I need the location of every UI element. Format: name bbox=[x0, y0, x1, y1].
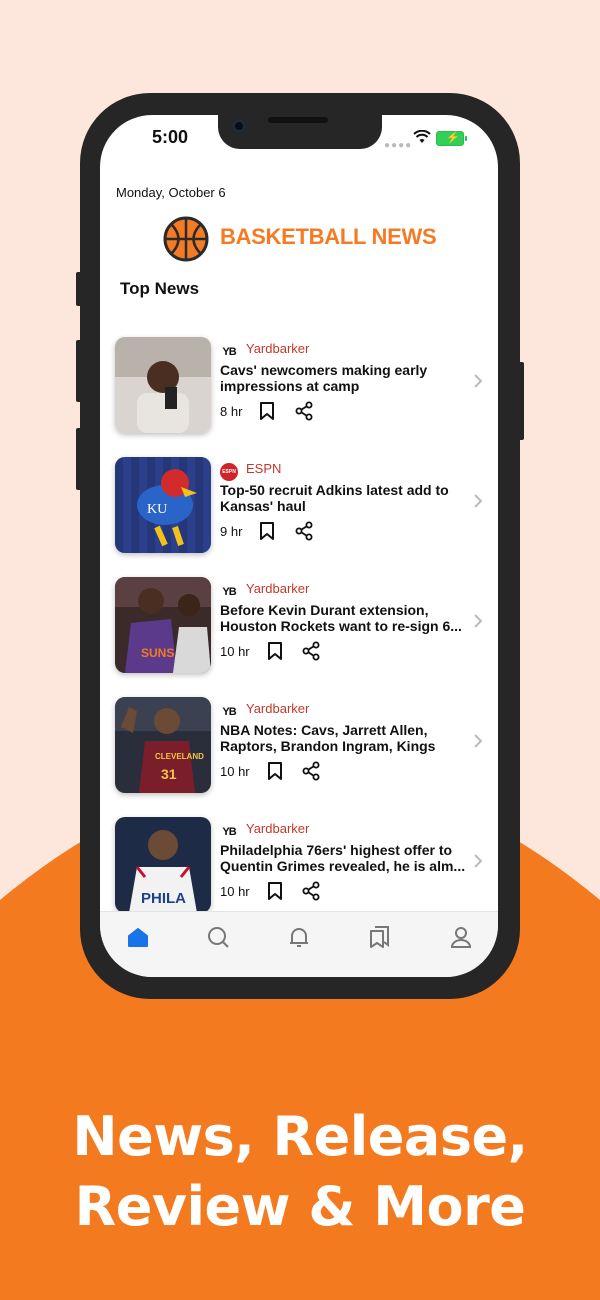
article-age: 10 hr bbox=[220, 764, 250, 779]
speaker bbox=[268, 117, 328, 123]
bell-icon[interactable] bbox=[286, 924, 312, 950]
chevron-right-icon[interactable] bbox=[472, 853, 484, 869]
article-thumbnail: SUNS bbox=[115, 577, 211, 673]
notch bbox=[218, 115, 382, 149]
phone-side-button bbox=[76, 272, 82, 306]
basketball-icon bbox=[163, 216, 209, 262]
share-icon[interactable] bbox=[294, 521, 314, 541]
bookmark-icon[interactable] bbox=[266, 881, 284, 901]
headline[interactable]: Philadelphia 76ers' highest offer to Que… bbox=[220, 842, 468, 874]
svg-text:SUNS: SUNS bbox=[141, 646, 174, 660]
headline[interactable]: Top-50 recruit Adkins latest add to Kans… bbox=[220, 482, 468, 514]
svg-text:PHILA: PHILA bbox=[141, 890, 186, 907]
article-age: 9 hr bbox=[220, 524, 243, 539]
news-item[interactable]: KU ESPN ESPN Top-50 recruit Adkins lates… bbox=[100, 457, 498, 567]
home-icon[interactable] bbox=[125, 924, 151, 950]
source-icon-text: YB bbox=[222, 706, 236, 718]
source-icon-text: YB bbox=[222, 586, 236, 598]
bookmarks-icon[interactable] bbox=[367, 924, 393, 950]
source-name[interactable]: Yardbarker bbox=[246, 341, 309, 356]
source-name[interactable]: Yardbarker bbox=[246, 581, 309, 596]
bottom-tab-bar bbox=[100, 911, 498, 977]
share-icon[interactable] bbox=[301, 881, 321, 901]
yardbarker-logo-icon: YB bbox=[220, 583, 238, 601]
svg-text:KU: KU bbox=[147, 502, 167, 517]
signal-icon: ●●●● bbox=[384, 140, 413, 151]
headline[interactable]: Cavs' newcomers making early impressions… bbox=[220, 362, 468, 394]
source-name[interactable]: ESPN bbox=[246, 461, 281, 476]
share-icon[interactable] bbox=[301, 641, 321, 661]
source-name[interactable]: Yardbarker bbox=[246, 821, 309, 836]
share-icon[interactable] bbox=[301, 761, 321, 781]
yardbarker-logo-icon: YB bbox=[220, 343, 238, 361]
search-icon[interactable] bbox=[205, 924, 231, 950]
phone-power-button bbox=[518, 362, 524, 440]
article-age: 10 hr bbox=[220, 644, 250, 659]
battery-icon: ⚡ bbox=[436, 131, 467, 146]
app-screen: 5:00 ●●●● ⚡ Monday, October 6 BASKETBALL… bbox=[100, 115, 498, 977]
chevron-right-icon[interactable] bbox=[472, 613, 484, 629]
bookmark-icon[interactable] bbox=[266, 761, 284, 781]
headline[interactable]: NBA Notes: Cavs, Jarrett Allen, Raptors,… bbox=[220, 722, 468, 754]
article-thumbnail: PHILA bbox=[115, 817, 211, 913]
news-item[interactable]: SUNS YB Yardbarker Before Kevin Durant e… bbox=[100, 577, 498, 687]
phone-volume-up bbox=[76, 340, 82, 402]
yardbarker-logo-icon: YB bbox=[220, 823, 238, 841]
tagline-line-1: News, Release, bbox=[72, 1105, 528, 1168]
current-date: Monday, October 6 bbox=[116, 185, 226, 200]
article-age: 8 hr bbox=[220, 404, 243, 419]
wifi-icon bbox=[413, 130, 431, 143]
svg-text:CLEVELAND: CLEVELAND bbox=[155, 752, 204, 761]
article-thumbnail bbox=[115, 337, 211, 433]
app-brand-title: BASKETBALL NEWS bbox=[220, 224, 437, 249]
source-icon-text: YB bbox=[222, 346, 236, 358]
source-icon-text: ESPN bbox=[222, 469, 236, 475]
chevron-right-icon[interactable] bbox=[472, 733, 484, 749]
source-icon-text: YB bbox=[222, 826, 236, 838]
svg-text:31: 31 bbox=[161, 766, 177, 782]
share-icon[interactable] bbox=[294, 401, 314, 421]
article-age: 10 hr bbox=[220, 884, 250, 899]
article-thumbnail: CLEVELAND 31 bbox=[115, 697, 211, 793]
news-item[interactable]: CLEVELAND 31 YB Yardbarker NBA Notes: Cav… bbox=[100, 697, 498, 807]
camera bbox=[232, 119, 246, 133]
chevron-right-icon[interactable] bbox=[472, 373, 484, 389]
espn-logo-icon: ESPN bbox=[220, 463, 238, 481]
chevron-right-icon[interactable] bbox=[472, 493, 484, 509]
tagline-line-2: Review & More bbox=[74, 1175, 526, 1238]
section-title: Top News bbox=[120, 279, 200, 298]
bookmark-icon[interactable] bbox=[266, 641, 284, 661]
article-thumbnail: KU bbox=[115, 457, 211, 553]
bookmark-icon[interactable] bbox=[258, 521, 276, 541]
headline[interactable]: Before Kevin Durant extension, Houston R… bbox=[220, 602, 468, 634]
source-name[interactable]: Yardbarker bbox=[246, 701, 309, 716]
profile-icon[interactable] bbox=[448, 924, 474, 950]
phone-volume-down bbox=[76, 428, 82, 490]
bookmark-icon[interactable] bbox=[258, 401, 276, 421]
status-time: 5:00 bbox=[152, 127, 189, 147]
yardbarker-logo-icon: YB bbox=[220, 703, 238, 721]
news-item[interactable]: YB Yardbarker Cavs' newcomers making ear… bbox=[100, 337, 498, 447]
